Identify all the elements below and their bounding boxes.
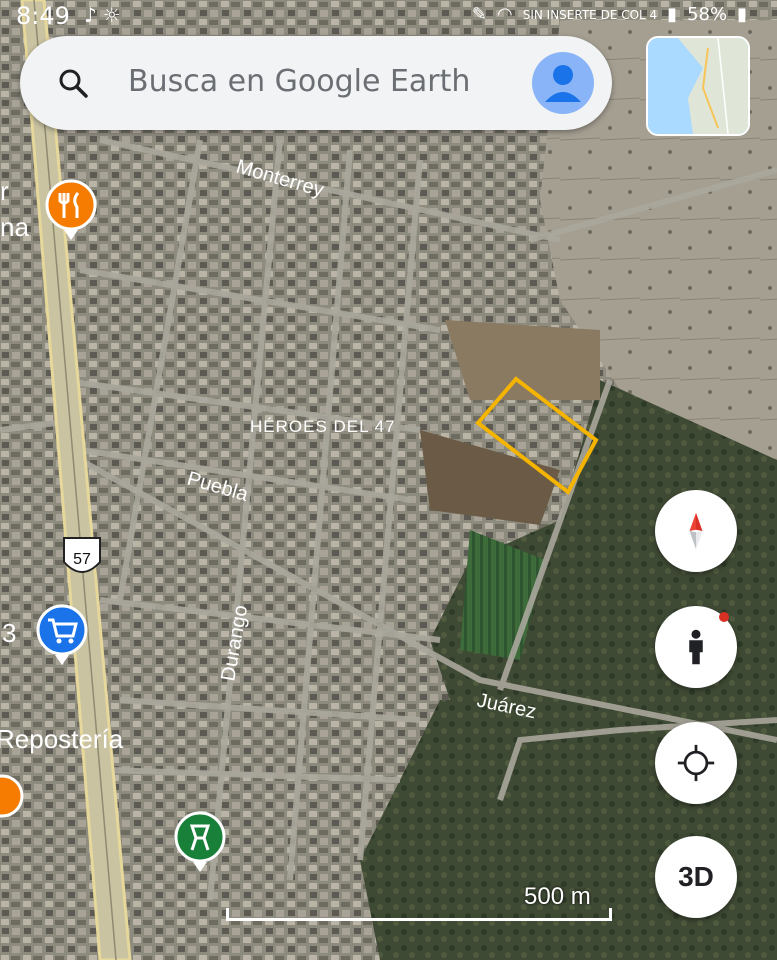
my-location-icon [677, 744, 715, 782]
3d-button[interactable]: 3D [655, 836, 737, 918]
poi-label-partial-top2: na [0, 212, 29, 242]
tiktok-icon: ♪ [84, 3, 103, 27]
signal-icon: ▮ [667, 4, 678, 25]
minimap[interactable] [646, 36, 750, 136]
compass-icon [689, 512, 703, 550]
wifi-icon: ◠ [497, 4, 513, 25]
sun-icon: ☼ [102, 3, 127, 27]
highway-shield-label: 57 [73, 551, 91, 568]
pegman-icon [689, 629, 703, 665]
search-icon[interactable] [56, 66, 90, 100]
poi-label-reposteria: Repostería [0, 724, 124, 754]
status-bar: 8:49 ♪☼ ✎ ◠ SIN INSERTE DE COL 4 ▮ 58% ▮ [0, 0, 777, 30]
search-bar[interactable]: Busca en Google Earth [20, 36, 612, 130]
neighborhood-label: HÉROES DEL 47 [250, 417, 396, 436]
edit-icon: ✎ [471, 4, 487, 25]
scale-bar [226, 908, 612, 921]
poi-label-partial-mid: 3 [2, 618, 16, 648]
person-icon [545, 65, 581, 102]
poi-label-partial-top: r [0, 176, 9, 206]
carrier-text: SIN INSERTE DE COL 4 [522, 7, 658, 22]
battery-text: 58% [687, 4, 728, 25]
compass-button[interactable] [655, 490, 737, 572]
minimap-graphic [648, 38, 748, 134]
notification-dot [719, 612, 729, 622]
status-right: ✎ ◠ SIN INSERTE DE COL 4 ▮ 58% ▮ [472, 4, 747, 25]
battery-icon: ▮ [737, 4, 747, 25]
status-notification-icons: ♪☼ [84, 3, 127, 27]
street-view-button[interactable] [655, 606, 737, 688]
account-avatar[interactable] [532, 52, 594, 114]
3d-button-label: 3D [678, 861, 714, 892]
highway-shield-57: 57 [63, 537, 101, 573]
scale-label: 500 m [524, 883, 591, 910]
satellite-map[interactable]: Monterrey HÉROES DEL 47 Puebla Durango J… [0, 0, 777, 960]
status-time: 8:49 [16, 2, 70, 30]
search-input[interactable]: Busca en Google Earth [128, 64, 470, 99]
my-location-button[interactable] [655, 722, 737, 804]
